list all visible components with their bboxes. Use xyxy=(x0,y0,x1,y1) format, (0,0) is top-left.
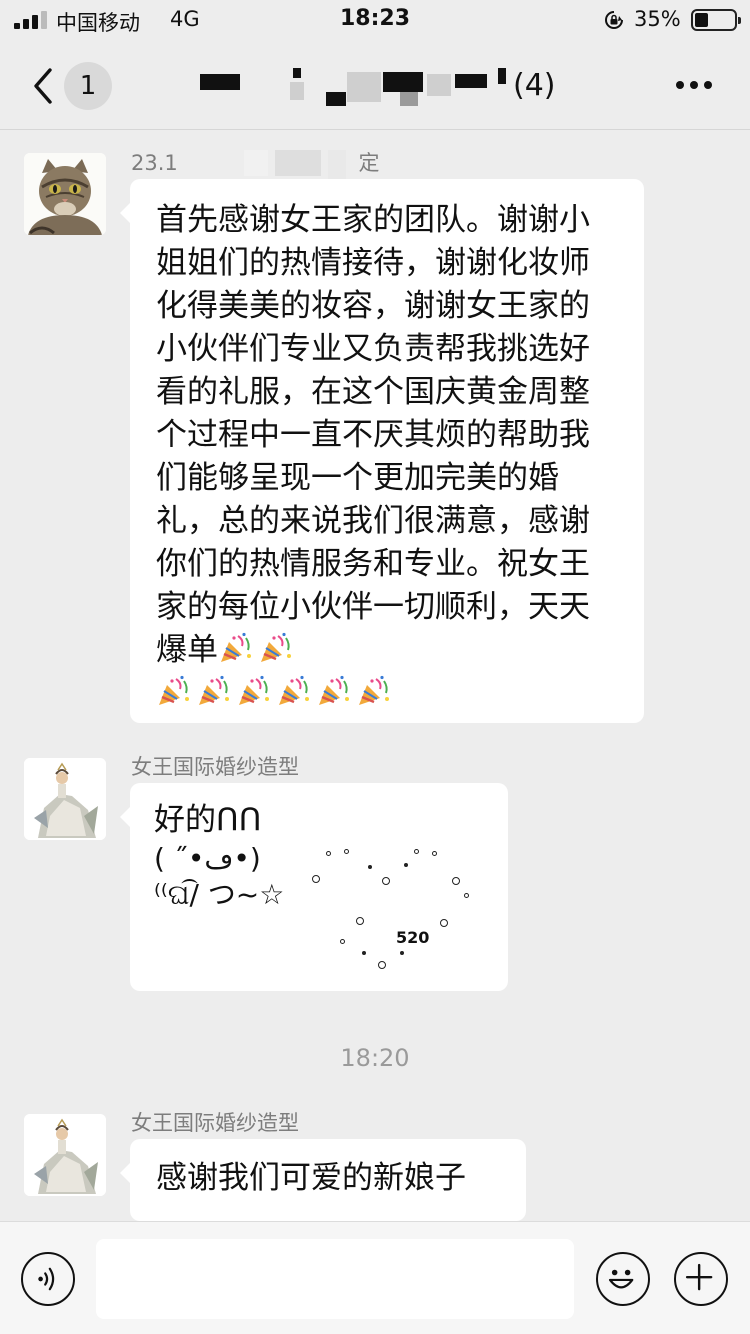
battery-level xyxy=(695,13,708,27)
title-redaction xyxy=(290,82,304,100)
title-redaction xyxy=(427,74,451,96)
message-bubble[interactable]: 好的ᑎᑎ ( ˝•ڡ•) ⁽⁽ଘ͡/ つ~☆ 520 xyxy=(120,783,508,991)
sender-redaction xyxy=(327,150,346,180)
sender-fragment: 定 xyxy=(358,151,380,175)
sender-redaction xyxy=(275,150,322,176)
avatar-bride[interactable] xyxy=(24,1114,106,1196)
input-bar xyxy=(0,1221,750,1334)
sender-name: 23.1 定 xyxy=(131,147,380,180)
party-popper-icon xyxy=(276,675,312,707)
voice-button[interactable] xyxy=(21,1252,75,1306)
title-redaction xyxy=(383,72,423,92)
more-icon[interactable] xyxy=(668,78,718,92)
sender-fragment: 23.1 xyxy=(131,151,178,175)
voice-icon xyxy=(38,1267,55,1291)
plus-icon xyxy=(685,1263,713,1291)
rotation-lock-icon xyxy=(605,11,623,29)
title-redaction xyxy=(400,92,418,106)
sender-redaction xyxy=(244,150,269,176)
sender-name: 女王国际婚纱造型 xyxy=(131,1111,299,1135)
message-text: 首先感谢女王家的团队。谢谢小姐姐们的热情接待，谢谢化妆师化得美美的妆容，谢谢女王… xyxy=(156,202,590,668)
party-popper-icon xyxy=(356,675,392,707)
party-popper-icon xyxy=(196,675,232,707)
bride-avatar-icon xyxy=(24,1114,106,1196)
dotted-heart-art: 520 xyxy=(302,849,482,979)
party-popper-icon xyxy=(156,675,192,707)
title-redaction xyxy=(347,72,381,102)
message-input[interactable] xyxy=(96,1239,574,1319)
message-text-line: 好的ᑎᑎ xyxy=(154,802,262,838)
avatar-bride[interactable] xyxy=(24,758,106,840)
cat-avatar-icon xyxy=(24,153,106,235)
party-popper-icon xyxy=(258,632,294,664)
back-chevron-icon[interactable] xyxy=(30,64,56,108)
title-redaction xyxy=(293,68,301,78)
message-bubble[interactable]: 首先感谢女王家的团队。谢谢小姐姐们的热情接待，谢谢化妆师化得美美的妆容，谢谢女王… xyxy=(120,179,644,723)
battery-icon xyxy=(691,9,741,31)
party-popper-icon xyxy=(316,675,352,707)
battery-percent: 35% xyxy=(634,7,681,31)
party-popper-icon xyxy=(236,675,272,707)
message-list[interactable]: 23.1 定 首先感谢女王家的团队。谢谢小姐姐们的热情接待，谢谢化妆师化得美美的… xyxy=(0,131,750,1221)
title-redaction xyxy=(498,68,506,84)
plus-button[interactable] xyxy=(674,1252,728,1306)
sender-name: 女王国际婚纱造型 xyxy=(131,755,299,779)
heart-label: 520 xyxy=(396,928,430,947)
message-timestamp: 18:20 xyxy=(340,1044,410,1072)
party-popper-icon xyxy=(218,632,254,664)
chat-header: 1 (4) xyxy=(0,42,750,130)
bride-avatar-icon xyxy=(24,758,106,840)
avatar-cat[interactable] xyxy=(24,153,106,235)
title-redaction xyxy=(455,74,487,88)
emoji-button[interactable] xyxy=(596,1252,650,1306)
status-bar: 中国移动 4G 18:23 35% xyxy=(0,0,750,42)
member-count: (4) xyxy=(513,68,556,103)
title-redaction xyxy=(200,74,240,90)
title-redaction xyxy=(326,92,346,106)
unread-count-badge[interactable]: 1 xyxy=(64,62,112,110)
emoji-icon xyxy=(608,1269,634,1289)
chat-title: (4) xyxy=(195,64,575,108)
message-bubble[interactable]: 感谢我们可爱的新娘子 xyxy=(120,1139,526,1221)
